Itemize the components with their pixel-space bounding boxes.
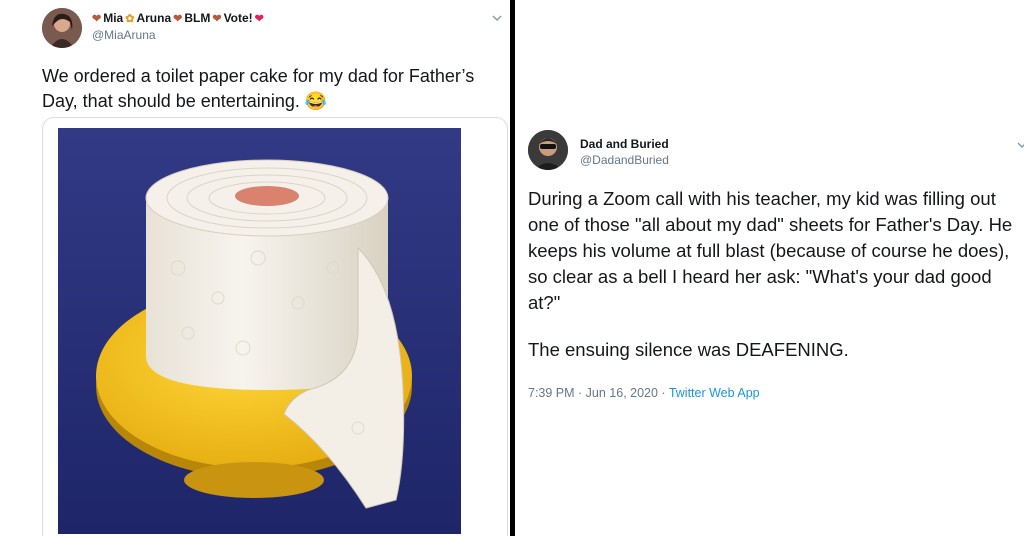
tweet-text: We ordered a toilet paper cake for my da… <box>42 66 475 111</box>
right-tweet-card: Dad and Buried @DadandBuried During a Zo… <box>515 0 1024 536</box>
user-handle[interactable]: @DadandBuried <box>580 153 669 167</box>
tweet-paragraph: During a Zoom call with his teacher, my … <box>528 188 1013 313</box>
source-link[interactable]: Twitter Web App <box>669 386 760 400</box>
left-tweet-card: ❤ Mia ✿ Aruna ❤ BLM ❤ Vote! ❤ @MiaAruna … <box>0 0 510 536</box>
heart-icon: ❤ <box>173 12 183 25</box>
timestamp[interactable]: 7:39 PM · Jun 16, 2020 · <box>528 386 669 400</box>
chevron-down-icon[interactable] <box>492 10 502 21</box>
avatar[interactable] <box>528 130 568 170</box>
heart-icon: ❤ <box>212 12 222 25</box>
tweet-metadata: 7:39 PM · Jun 16, 2020 · Twitter Web App <box>528 386 760 400</box>
user-handle[interactable]: @MiaAruna <box>92 28 156 42</box>
avatar[interactable] <box>42 8 82 48</box>
tweet-media[interactable] <box>42 117 508 536</box>
heart-icon: ❤ <box>254 12 264 25</box>
display-name[interactable]: ❤ Mia ✿ Aruna ❤ BLM ❤ Vote! ❤ <box>92 11 264 25</box>
chevron-down-icon[interactable] <box>1017 137 1024 148</box>
heart-icon: ❤ <box>92 12 102 25</box>
sunflower-icon: ✿ <box>125 12 135 25</box>
tweet-text: During a Zoom call with his teacher, my … <box>528 186 1022 363</box>
tweet-paragraph: The ensuing silence was DEAFENING. <box>528 339 849 360</box>
display-name[interactable]: Dad and Buried <box>580 137 669 151</box>
cake-photo <box>58 128 461 534</box>
